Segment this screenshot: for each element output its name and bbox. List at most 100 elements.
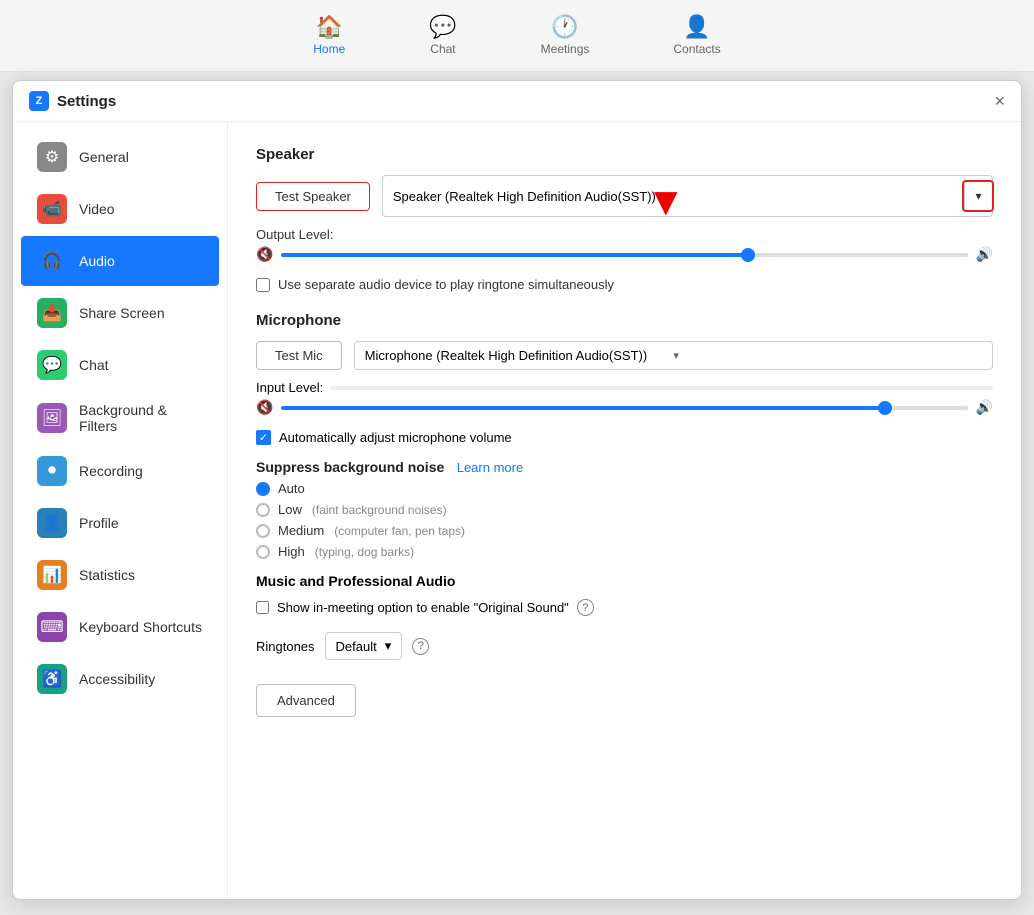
mic-row: Test Mic Microphone (Realtek High Defini… [256,341,993,370]
sidebar-item-keyboard[interactable]: ⌨ Keyboard Shortcuts [21,602,219,652]
original-sound-checkbox[interactable] [256,601,269,614]
input-level-label: Input Level: [256,380,323,395]
test-mic-button[interactable]: Test Mic [256,341,342,370]
noise-auto-row: Auto [256,481,993,496]
settings-titlebar: Z Settings × [13,81,1021,122]
learn-more-link[interactable]: Learn more [457,460,523,475]
audio-settings-content: ▼ ▼ Speaker Test Speaker Speaker (Realte… [228,122,1021,899]
sidebar-item-share-screen[interactable]: 📤 Share Screen [21,288,219,338]
microphone-section-title: Microphone [256,312,993,329]
noise-high-hint: (typing, dog barks) [315,545,414,559]
share-screen-icon: 📤 [37,298,67,328]
ringtones-select[interactable]: Default ▾ [325,632,403,660]
original-sound-row: Show in-meeting option to enable "Origin… [256,599,993,616]
noise-low-radio[interactable] [256,503,270,517]
noise-auto-radio[interactable] [256,482,270,496]
nav-meetings-label: Meetings [541,42,590,56]
suppress-noise-section: Suppress background noise Learn more [256,459,993,477]
noise-low-row: Low (faint background noises) [256,502,993,517]
mic-dropdown-arrow[interactable]: ▾ [673,349,982,362]
separate-audio-checkbox[interactable] [256,278,270,292]
chat-icon: 💬 [429,16,456,38]
noise-high-row: High (typing, dog barks) [256,544,993,559]
noise-low-hint: (faint background noises) [312,503,447,517]
noise-low-label: Low [278,502,302,517]
test-speaker-button[interactable]: Test Speaker [256,182,370,211]
sidebar-label-share: Share Screen [79,305,165,321]
speaker-volume-slider[interactable] [281,253,967,257]
sidebar-item-recording[interactable]: ⏺ Recording [21,446,219,496]
background-icon: 🖼 [37,403,67,433]
nav-meetings[interactable]: 🕐 Meetings [529,8,602,64]
ringtone-value: Default [336,639,377,654]
chat-sidebar-icon: 💬 [37,350,67,380]
separate-audio-row: Use separate audio device to play ringto… [256,277,993,292]
mic-volume-thumb[interactable] [878,401,892,415]
speaker-section-title: Speaker [256,146,993,163]
sidebar-label-chat: Chat [79,357,109,373]
separate-audio-label: Use separate audio device to play ringto… [278,277,614,292]
output-level-label: Output Level: [256,227,333,242]
auto-adjust-row: ✓ Automatically adjust microphone volume [256,430,993,445]
mic-volume-slider[interactable] [281,406,967,410]
sidebar-label-statistics: Statistics [79,567,135,583]
auto-adjust-label: Automatically adjust microphone volume [279,430,512,445]
noise-medium-radio[interactable] [256,524,270,538]
sidebar-item-statistics[interactable]: 📊 Statistics [21,550,219,600]
accessibility-icon: ♿ [37,664,67,694]
ringtones-help[interactable]: ? [412,638,429,655]
red-arrow-test-speaker: ▼ [646,182,686,222]
noise-high-radio[interactable] [256,545,270,559]
auto-adjust-checkbox[interactable]: ✓ [256,430,271,445]
mic-device-label: Microphone (Realtek High Definition Audi… [365,348,674,363]
sidebar-item-video[interactable]: 📹 Video [21,184,219,234]
home-icon: 🏠 [316,16,343,38]
audio-icon: 🎧 [37,246,67,276]
nav-home[interactable]: 🏠 Home [301,8,357,64]
sidebar-label-video: Video [79,201,115,217]
sidebar-item-profile[interactable]: 👤 Profile [21,498,219,548]
sidebar-label-audio: Audio [79,253,115,269]
original-sound-help[interactable]: ? [577,599,594,616]
statistics-icon: 📊 [37,560,67,590]
close-button[interactable]: × [994,92,1005,110]
input-level-track [331,386,993,390]
nav-contacts[interactable]: 👤 Contacts [661,8,732,64]
speaker-device-select[interactable]: Speaker (Realtek High Definition Audio(S… [382,175,993,217]
sidebar-label-recording: Recording [79,463,143,479]
ringtones-row: Ringtones Default ▾ ? [256,632,993,660]
advanced-button[interactable]: Advanced [256,684,356,717]
music-section: Music and Professional Audio Show in-mee… [256,573,993,616]
sidebar-label-general: General [79,149,129,165]
settings-title: Z Settings [29,91,116,111]
noise-medium-hint: (computer fan, pen taps) [334,524,465,538]
sidebar-label-profile: Profile [79,515,119,531]
settings-body: ⚙ General 📹 Video 🎧 Audio 📤 Share Screen… [13,122,1021,899]
sidebar-item-background[interactable]: 🖼 Background & Filters [21,392,219,444]
speaker-volume-thumb[interactable] [741,248,755,262]
input-level-row: Input Level: [256,380,993,395]
zoom-logo: Z [29,91,49,111]
volume-high-icon: 🔊 [976,246,993,263]
speaker-row: Test Speaker Speaker (Realtek High Defin… [256,175,993,217]
contacts-icon: 👤 [683,16,710,38]
meetings-icon: 🕐 [551,16,578,38]
recording-icon: ⏺ [37,456,67,486]
sidebar-item-chat[interactable]: 💬 Chat [21,340,219,390]
noise-medium-row: Medium (computer fan, pen taps) [256,523,993,538]
video-icon: 📹 [37,194,67,224]
noise-medium-label: Medium [278,523,324,538]
sidebar-label-background: Background & Filters [79,402,203,434]
speaker-dropdown-arrow[interactable]: ▾ [964,182,992,210]
sidebar-label-accessibility: Accessibility [79,671,155,687]
noise-high-label: High [278,544,305,559]
sidebar-item-audio[interactable]: 🎧 Audio [21,236,219,286]
sidebar-item-general[interactable]: ⚙ General [21,132,219,182]
sidebar-item-accessibility[interactable]: ♿ Accessibility [21,654,219,704]
nav-chat[interactable]: 💬 Chat [417,8,468,64]
speaker-volume-row: 🔇 🔊 [256,246,993,263]
ringtones-label: Ringtones [256,639,315,654]
mic-device-select[interactable]: Microphone (Realtek High Definition Audi… [354,341,993,370]
general-icon: ⚙ [37,142,67,172]
original-sound-label: Show in-meeting option to enable "Origin… [277,600,569,615]
